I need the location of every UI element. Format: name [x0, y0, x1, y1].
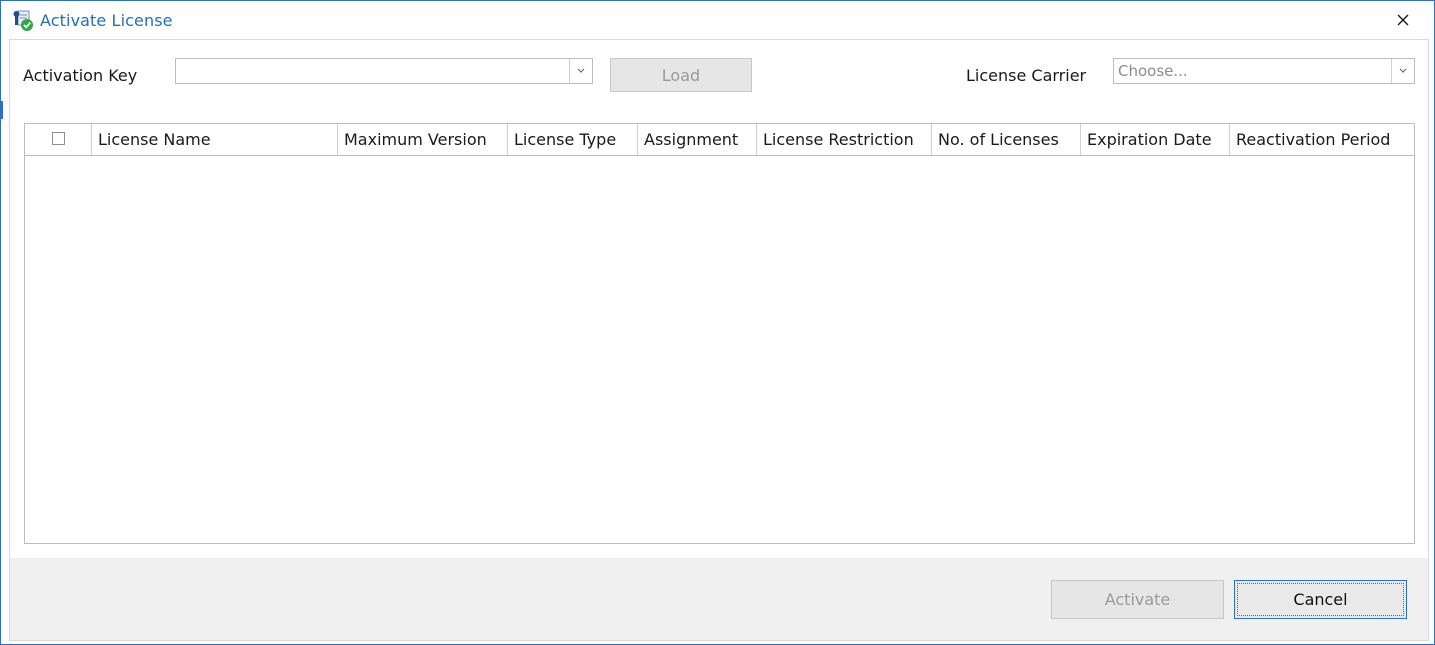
license-table[interactable]: License Name Maximum Version License Typ…: [24, 123, 1415, 544]
license-carrier-label: License Carrier: [966, 66, 1087, 85]
activation-key-combobox[interactable]: [175, 58, 593, 84]
column-header-license-name[interactable]: License Name: [92, 124, 338, 155]
select-all-checkbox[interactable]: [52, 132, 65, 145]
load-button[interactable]: Load: [610, 58, 752, 92]
column-header-license-restriction[interactable]: License Restriction: [757, 124, 932, 155]
close-icon: [1397, 11, 1409, 30]
cancel-button[interactable]: Cancel: [1234, 580, 1407, 619]
license-activation-icon: [12, 9, 36, 33]
column-header-reactivation-period[interactable]: Reactivation Period: [1230, 124, 1414, 155]
title-bar[interactable]: Activate License: [1, 1, 1434, 39]
window-edge-accent: [1, 101, 3, 119]
chevron-down-icon: [577, 68, 585, 73]
select-all-column: [25, 124, 92, 155]
column-header-maximum-version[interactable]: Maximum Version: [338, 124, 508, 155]
dialog-footer: Activate Cancel: [10, 558, 1428, 640]
activation-key-dropdown-button[interactable]: [569, 59, 592, 83]
license-carrier-dropdown-button[interactable]: [1391, 59, 1414, 83]
column-header-license-type[interactable]: License Type: [508, 124, 638, 155]
close-button[interactable]: [1389, 7, 1417, 33]
column-header-no-of-licenses[interactable]: No. of Licenses: [932, 124, 1081, 155]
focus-rectangle: [1237, 583, 1404, 616]
license-table-body[interactable]: [25, 156, 1414, 543]
column-header-assignment[interactable]: Assignment: [638, 124, 757, 155]
license-carrier-placeholder: Choose...: [1118, 62, 1188, 80]
activate-button[interactable]: Activate: [1051, 580, 1224, 619]
column-header-expiration-date[interactable]: Expiration Date: [1081, 124, 1230, 155]
chevron-down-icon: [1399, 68, 1407, 73]
license-carrier-combobox[interactable]: Choose...: [1113, 58, 1415, 84]
activation-key-label: Activation Key: [23, 66, 138, 85]
activate-license-dialog: Activate License Activation Key Load Lic…: [0, 0, 1435, 645]
license-table-header: License Name Maximum Version License Typ…: [25, 124, 1414, 156]
dialog-content: Activation Key Load License Carrier Choo…: [9, 39, 1429, 641]
dialog-title: Activate License: [40, 11, 173, 30]
